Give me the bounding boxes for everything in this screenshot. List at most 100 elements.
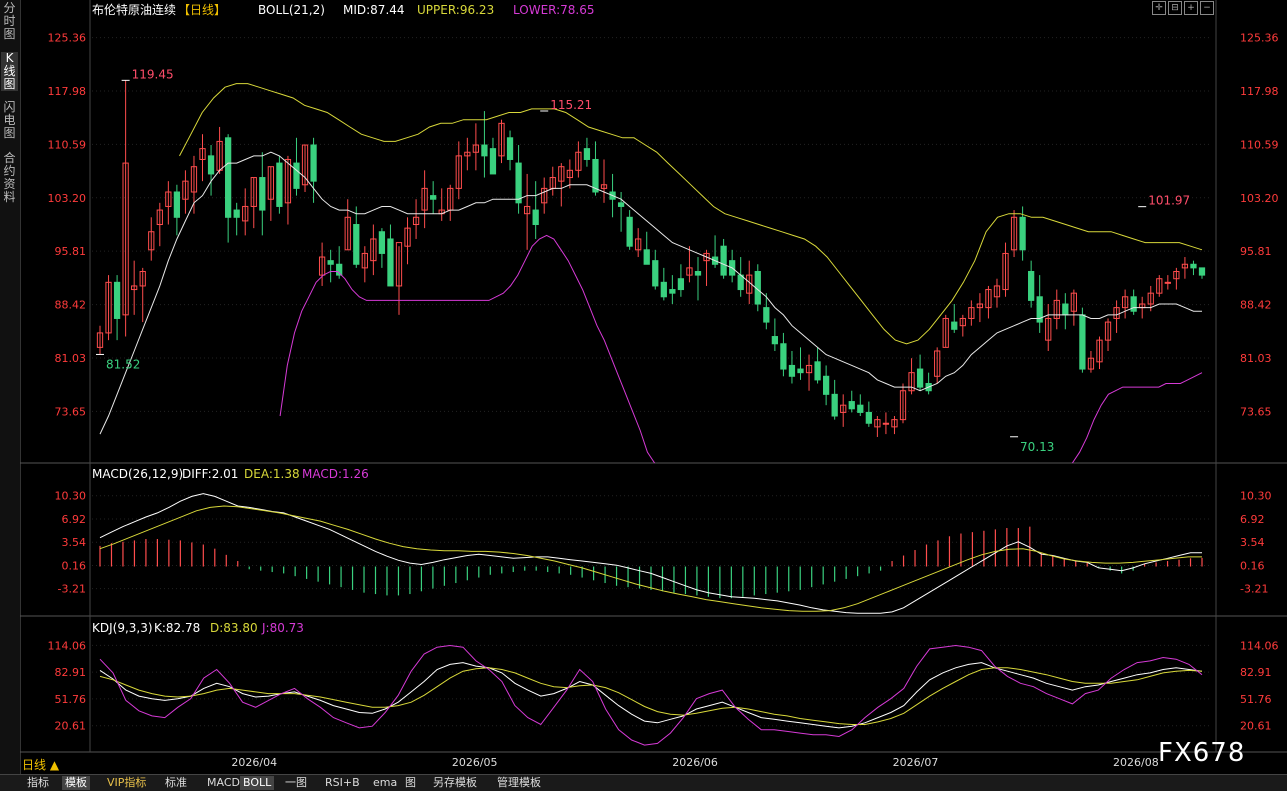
candle-body	[430, 195, 437, 200]
macd-tick-right: 0.16	[1240, 559, 1265, 572]
candle-body	[1164, 281, 1171, 284]
price-tick-left: 73.65	[55, 405, 87, 418]
x-tick-label: 2026/08	[1113, 756, 1159, 769]
bottom-tab-1[interactable]: 模板	[62, 776, 90, 790]
price-tick-right: 73.65	[1240, 405, 1272, 418]
candle-body	[481, 144, 488, 157]
period-label[interactable]: 日线 ▲	[22, 756, 59, 773]
split-icon[interactable]: ⊟	[1168, 1, 1182, 15]
candle-body	[763, 307, 770, 323]
macd-macd-value: MACD:1.26	[302, 467, 369, 481]
candle-body	[780, 343, 787, 370]
price-tick-right: 88.42	[1240, 299, 1272, 312]
candle-body	[660, 281, 667, 298]
bottom-tab-0[interactable]: 指标	[24, 776, 52, 790]
macd-dea-value: DEA:1.38	[244, 467, 300, 481]
candle-body	[327, 260, 334, 265]
candle-body	[310, 144, 317, 182]
candle-body	[643, 249, 650, 265]
sidebar: 分时图 K线图闪电图合约资料	[0, 0, 21, 774]
price-tick-left: 103.20	[48, 192, 87, 205]
candle-body	[489, 148, 497, 175]
price-annotation: 101.97	[1148, 194, 1190, 208]
price-tick-right: 110.59	[1240, 138, 1279, 151]
macd-tick-right: -3.21	[1240, 583, 1268, 596]
candle-body	[1019, 216, 1026, 251]
candle-body	[1062, 303, 1069, 316]
sidebar-tab-0[interactable]: 分时图	[1, 2, 18, 41]
boll-mid-value: MID:87.44	[343, 3, 405, 17]
price-tick-right: 125.36	[1240, 32, 1279, 45]
kdj-tick-left: 20.61	[55, 720, 87, 733]
candle-body	[506, 137, 514, 160]
candle-body	[951, 321, 958, 330]
bottom-tab-7[interactable]: RSI+B	[322, 776, 363, 790]
candle-body	[387, 238, 394, 287]
kdj-tick-left: 82.91	[55, 666, 87, 679]
candle-body	[677, 278, 685, 291]
zoom-in-icon[interactable]: +	[1184, 1, 1198, 15]
sidebar-tab-3[interactable]: 合约资料	[1, 152, 18, 204]
macd-tick-left: 3.54	[62, 536, 87, 549]
bottom-tab-6[interactable]: 一图	[282, 776, 310, 790]
kdj-d-value: D:83.80	[210, 621, 258, 635]
candle-body	[720, 245, 727, 276]
sidebar-tab-1[interactable]: K线图	[1, 52, 18, 91]
price-tick-right: 117.98	[1240, 85, 1279, 98]
kdj-j-value: J:80.73	[261, 621, 304, 635]
candle-body	[1198, 267, 1206, 276]
bottom-tab-8[interactable]: ema	[370, 776, 400, 790]
price-tick-left: 110.59	[48, 138, 87, 151]
price-tick-right: 103.20	[1240, 192, 1279, 205]
candle-body	[173, 191, 181, 218]
bottom-tab-2[interactable]: VIP指标	[104, 776, 149, 790]
candle-body	[626, 216, 633, 247]
bottom-tab-9[interactable]: 图	[402, 776, 419, 790]
candle-body	[293, 162, 300, 189]
boll-lower-value: LOWER:78.65	[513, 3, 595, 17]
bottom-tab-5[interactable]: BOLL	[240, 776, 275, 790]
price-annotation: 70.13	[1020, 440, 1054, 454]
x-tick-label: 2026/06	[672, 756, 718, 769]
kdj-tick-right: 82.91	[1240, 666, 1272, 679]
boll-upper-value: UPPER:96.23	[417, 3, 494, 17]
bottom-tab-10[interactable]: 另存模板	[430, 776, 480, 790]
macd-tick-left: 10.30	[55, 490, 87, 503]
candle-body	[865, 411, 872, 424]
watermark-logo: FX678	[1158, 738, 1246, 768]
kdj-tick-right: 114.06	[1240, 639, 1279, 652]
price-annotation: 115.21	[550, 98, 592, 112]
bottom-tab-3[interactable]: 标准	[162, 776, 190, 790]
candle-body	[916, 368, 924, 388]
chart-canvas[interactable]: 125.36 125.36 117.98 117.98 110.59 110.59 103.…	[20, 0, 1287, 774]
zoom-out-icon[interactable]: −	[1200, 1, 1214, 15]
candle-body	[276, 162, 283, 207]
candle-body	[831, 393, 838, 417]
candle-body	[532, 209, 539, 226]
candle-body	[848, 401, 855, 410]
chart-title: 布伦特原油连续	[92, 2, 176, 17]
bottom-tab-bar: 指标 模板 VIP指标 标准 MACD BOLL 一图 RSI+B ema 图另存模板 管理模板	[0, 774, 1287, 791]
bottom-tab-4[interactable]: MACD	[204, 776, 243, 790]
candle-body	[1028, 270, 1035, 301]
kdj-j-line	[99, 644, 1203, 746]
price-tick-left: 81.03	[55, 352, 87, 365]
sidebar-tab-2[interactable]: 闪电图	[1, 101, 18, 140]
price-annotation: 119.45	[132, 67, 174, 81]
macd-tick-right: 6.92	[1240, 513, 1265, 526]
price-tick-left: 117.98	[48, 85, 87, 98]
price-tick-left: 88.42	[55, 299, 87, 312]
candle-body	[617, 202, 625, 207]
macd-diff-value: DIFF:2.01	[182, 467, 238, 481]
candle-body	[1079, 314, 1086, 370]
crosshair-icon[interactable]: ✛	[1152, 1, 1166, 15]
bottom-tab-11[interactable]: 管理模板	[494, 776, 544, 790]
macd-diff-line	[99, 493, 1202, 614]
candle-body	[378, 231, 386, 254]
candle-body	[669, 289, 676, 294]
kdj-tick-right: 20.61	[1240, 720, 1272, 733]
candle-body	[857, 404, 864, 413]
price-tick-right: 95.81	[1240, 245, 1272, 258]
candle-body	[583, 148, 591, 160]
macd-tick-right: 10.30	[1240, 490, 1272, 503]
